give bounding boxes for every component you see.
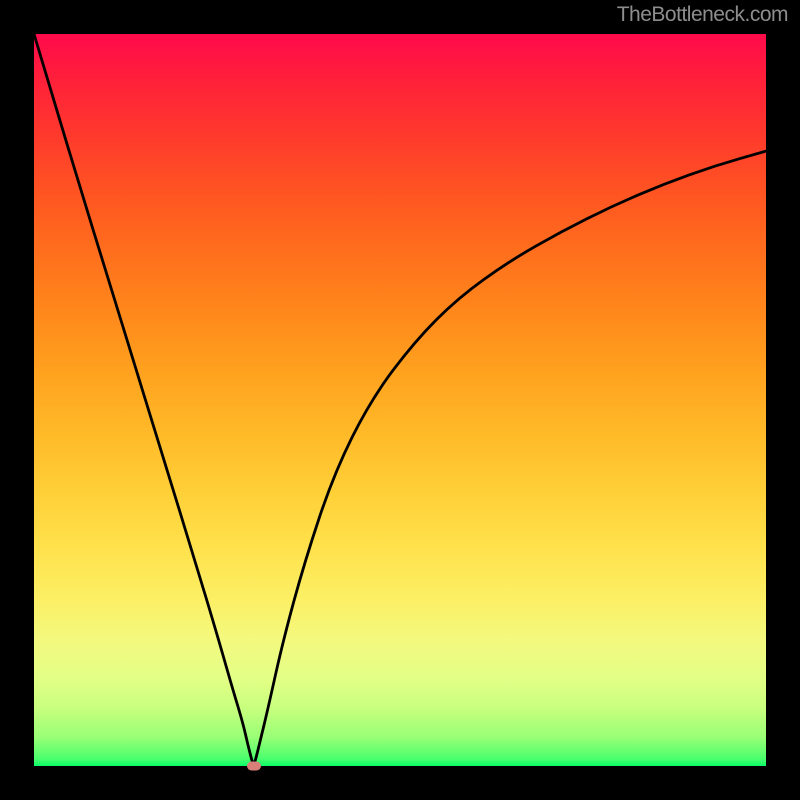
- watermark-text: TheBottleneck.com: [617, 3, 788, 27]
- curve-layer: [34, 34, 766, 766]
- bottleneck-curve: [34, 34, 766, 764]
- chart-frame: TheBottleneck.com: [0, 0, 800, 800]
- plot-area: [34, 34, 766, 766]
- optimal-point-marker: [247, 762, 261, 771]
